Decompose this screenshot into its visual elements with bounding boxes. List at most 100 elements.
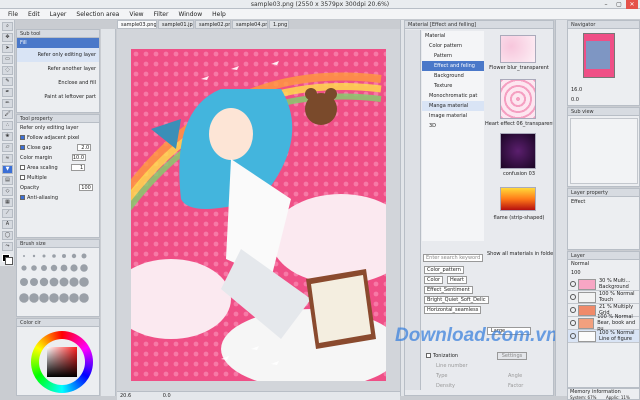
tag-heart[interactable]: Heart [446, 276, 467, 284]
material-thumb-heart-effect[interactable] [500, 79, 536, 119]
tree-pattern[interactable]: Pattern [422, 51, 484, 61]
tree-color-pattern[interactable]: Color pattern [422, 41, 484, 51]
brush-tool-icon[interactable]: 🖌 [2, 110, 13, 119]
tree-background[interactable]: Background [422, 71, 484, 81]
blend-tool-icon[interactable]: ≈ [2, 154, 13, 163]
settings-button[interactable]: Settings [497, 352, 527, 360]
layer-opacity-row[interactable]: 100 [568, 269, 639, 278]
gradient-tool-icon[interactable]: ▤ [2, 176, 13, 185]
tag-bright-quiet[interactable]: Bright_Quiet_Soft_Delic [424, 296, 489, 304]
doc-tab-sample04[interactable]: sample04.png [232, 20, 268, 29]
opacity-value[interactable]: 100 [78, 184, 93, 191]
layer-row[interactable]: 100 % Normal Line of figure [568, 330, 639, 343]
anti-aliasing-checkbox[interactable] [20, 195, 25, 200]
tree-texture[interactable]: Texture [422, 81, 484, 91]
menu-view[interactable]: View [124, 11, 148, 18]
area-scaling-row[interactable]: Area scaling 1 [17, 163, 99, 173]
menu-selection-area[interactable]: Selection area [71, 11, 124, 18]
follow-adjacent-checkbox[interactable] [20, 135, 25, 140]
doc-tab-sample03[interactable]: sample03.png [117, 20, 157, 29]
close-gap-value[interactable]: 2.0 [77, 144, 92, 151]
layer-opacity-value[interactable]: 100 [571, 270, 581, 276]
follow-adjacent-row[interactable]: Follow adjacent pixel [17, 133, 99, 143]
operation-tool-icon[interactable]: ➤ [2, 44, 13, 53]
tag-horizontal-seamless[interactable]: Horizontal_seamless [424, 306, 482, 314]
layer-blend-row[interactable]: Normal [568, 260, 639, 269]
eye-icon[interactable] [570, 320, 576, 326]
material-search-input[interactable]: Enter search keyword [423, 254, 483, 262]
multiple-checkbox[interactable] [20, 175, 25, 180]
subtool-item-enclose[interactable]: Enclose and fill [17, 76, 99, 90]
lasso-tool-icon[interactable]: ◌ [2, 66, 13, 75]
status-angle[interactable]: 0.0 [163, 393, 171, 399]
tree-image-material[interactable]: Image material [422, 111, 484, 121]
material-thumb-flame[interactable] [500, 187, 536, 211]
area-scaling-value[interactable]: 1 [71, 164, 86, 171]
artwork-canvas[interactable] [131, 49, 386, 381]
doc-tab-1[interactable]: 1.png [269, 20, 289, 29]
multiple-row[interactable]: Multiple [17, 173, 99, 183]
subtool-item-refer-only[interactable]: Refer only editing layer [17, 48, 99, 62]
eye-icon[interactable] [570, 307, 576, 313]
fill-tool-icon[interactable]: ▼ [2, 165, 13, 174]
color-swatches[interactable] [2, 254, 13, 265]
material-thumb-flower-blur[interactable] [500, 35, 536, 63]
close-gap-row[interactable]: Close gap 2.0 [17, 143, 99, 153]
area-scaling-checkbox[interactable] [20, 165, 25, 170]
pencil-tool-icon[interactable]: ✏ [2, 99, 13, 108]
tag-color[interactable]: Color [424, 276, 444, 284]
close-gap-checkbox[interactable] [20, 145, 25, 150]
tag-color-pattern[interactable]: Color_pattern [424, 266, 464, 274]
text-tool-icon[interactable]: A [2, 220, 13, 229]
layer-row[interactable]: 30 % Multi… Background [568, 278, 639, 291]
balloon-tool-icon[interactable]: ◯ [2, 231, 13, 240]
color-margin-value[interactable]: 10.0 [71, 154, 86, 161]
saturation-square[interactable] [47, 347, 77, 377]
navigator-zoom-row[interactable]: 16.0 [568, 85, 638, 95]
tag-effect-sentiment[interactable]: Effect_Sentiment [424, 286, 473, 294]
eye-icon[interactable] [570, 281, 576, 287]
navigator-angle-row[interactable]: 0.0 [568, 95, 638, 105]
frame-tool-icon[interactable]: ▦ [2, 198, 13, 207]
menu-window[interactable]: Window [173, 11, 207, 18]
tool-property-mode[interactable]: Refer only editing layer [17, 123, 99, 133]
show-all-materials[interactable]: Show all materials in folder [487, 249, 553, 259]
eyedropper-tool-icon[interactable]: ✎ [2, 77, 13, 86]
canvas-area[interactable] [117, 29, 400, 391]
eraser-tool-icon[interactable]: ▱ [2, 143, 13, 152]
opacity-row[interactable]: Opacity 100 [17, 183, 99, 193]
menu-file[interactable]: File [3, 11, 23, 18]
eye-icon[interactable] [570, 333, 576, 339]
doc-tab-sample01[interactable]: sample01.jpg [158, 20, 194, 29]
menu-help[interactable]: Help [207, 11, 231, 18]
tree-monochromatic[interactable]: Monochromatic pat [422, 91, 484, 101]
decoration-tool-icon[interactable]: ❀ [2, 132, 13, 141]
menu-layer[interactable]: Layer [45, 11, 72, 18]
maximize-button[interactable]: ▢ [613, 0, 625, 9]
color-margin-row[interactable]: Color margin 10.0 [17, 153, 99, 163]
pen-tool-icon[interactable]: ✒ [2, 88, 13, 97]
zoom-tool-icon[interactable]: ⌕ [2, 22, 13, 31]
subtool-item-refer-another[interactable]: Refer another layer [17, 62, 99, 76]
layer-blend-mode[interactable]: Normal [571, 261, 589, 267]
sub-view-area[interactable] [570, 118, 638, 184]
layer-row[interactable]: 100 % Normal Touch [568, 291, 639, 304]
tonization-row[interactable]: Tonization [423, 351, 483, 361]
layer-row[interactable]: 100 % Normal Bear, book and pu [568, 314, 639, 332]
tree-effect-and-feling[interactable]: Effect and feling [422, 61, 484, 71]
tree-3d[interactable]: 3D [422, 121, 484, 131]
menu-edit[interactable]: Edit [23, 11, 45, 18]
status-zoom[interactable]: 20.6 [120, 393, 131, 399]
tonization-checkbox[interactable] [426, 353, 431, 358]
brush-size-grid[interactable] [19, 250, 99, 314]
correct-line-tool-icon[interactable]: ⤳ [2, 242, 13, 251]
menu-filter[interactable]: Filter [149, 11, 174, 18]
figure-tool-icon[interactable]: ◇ [2, 187, 13, 196]
subtool-item-leftover[interactable]: Paint at leftover part [17, 90, 99, 104]
move-tool-icon[interactable]: ✥ [2, 33, 13, 42]
eye-icon[interactable] [570, 294, 576, 300]
doc-tab-sample02[interactable]: sample02.png [195, 20, 231, 29]
ruler-tool-icon[interactable]: ⟋ [2, 209, 13, 218]
select-tool-icon[interactable]: ▭ [2, 55, 13, 64]
tree-manga-material[interactable]: Manga material [422, 101, 484, 111]
